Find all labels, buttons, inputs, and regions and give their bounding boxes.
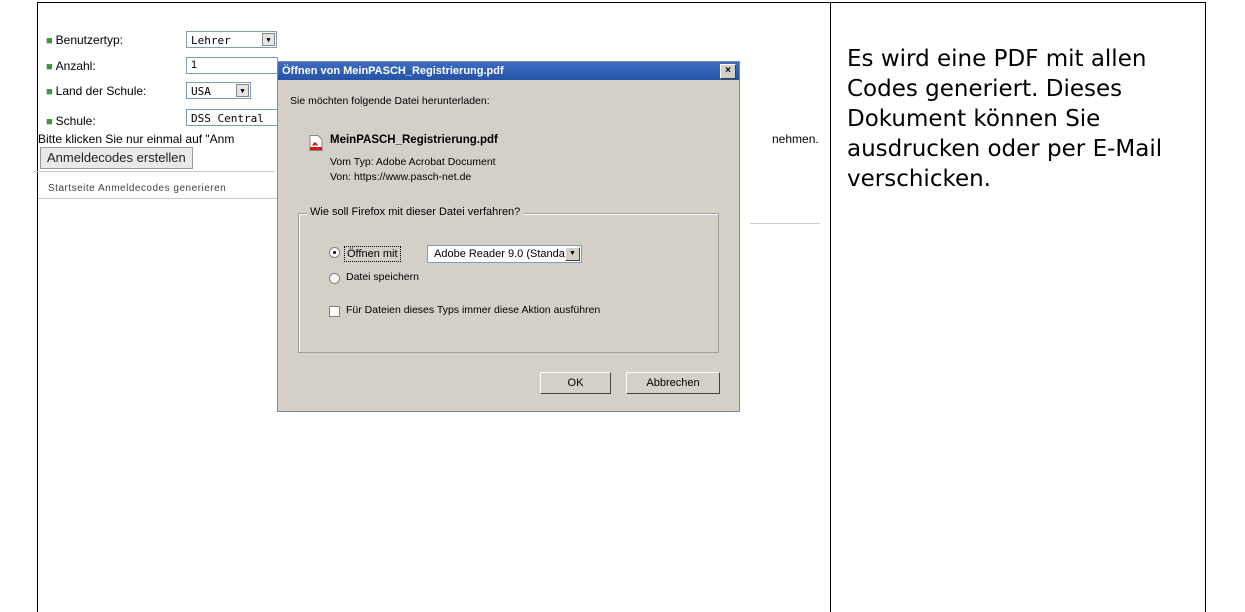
breadcrumb[interactable]: Startseite Anmeldecodes generieren	[48, 183, 226, 194]
country-value: USA	[191, 85, 211, 98]
dialog-title: Öffnen von MeinPASCH_Registrierung.pdf	[278, 62, 739, 80]
save-file-radio[interactable]	[329, 273, 340, 284]
dialog-intro: Sie möchten folgende Datei herunterladen…	[290, 95, 490, 107]
close-icon[interactable]: ×	[720, 64, 736, 79]
generate-codes-button[interactable]: Anmeldecodes erstellen	[40, 147, 193, 169]
bullet-icon: ■	[46, 86, 53, 98]
school-label: Schule:	[55, 114, 96, 128]
divider	[34, 171, 274, 172]
count-input[interactable]: 1	[186, 57, 278, 74]
bullet-icon: ■	[46, 61, 53, 73]
school-select[interactable]: DSS Central	[186, 109, 278, 126]
always-do-label[interactable]: Für Dateien dieses Typs immer diese Akti…	[346, 304, 600, 316]
country-select[interactable]: USA ▼	[186, 82, 251, 99]
divider	[750, 223, 820, 224]
count-label: Anzahl:	[55, 59, 96, 73]
user-type-value: Lehrer	[191, 34, 231, 47]
user-type-label: Benutzertyp:	[55, 33, 124, 47]
school-row: ■ Schule:	[46, 111, 96, 131]
action-group: Wie soll Firefox mit dieser Datei verfah…	[298, 206, 719, 353]
open-with-label[interactable]: Öffnen mit	[344, 246, 401, 262]
user-type-select[interactable]: Lehrer ▼	[186, 31, 277, 48]
always-do-checkbox[interactable]	[329, 306, 340, 317]
ok-button[interactable]: OK	[540, 372, 611, 394]
country-row: ■ Land der Schule:	[46, 81, 146, 101]
hint-text-right: nehmen.	[772, 132, 819, 146]
count-row: ■ Anzahl:	[46, 56, 96, 76]
user-type-row: ■ Benutzertyp:	[46, 30, 123, 50]
divider	[38, 198, 278, 199]
column-divider	[830, 2, 831, 612]
description-text: Es wird eine PDF mit allen Codes generie…	[847, 46, 1163, 192]
country-label: Land der Schule:	[55, 84, 147, 98]
chevron-down-icon: ▼	[565, 247, 580, 261]
download-dialog: Öffnen von MeinPASCH_Registrierung.pdf ×…	[277, 61, 740, 412]
action-group-legend: Wie soll Firefox mit dieser Datei verfah…	[307, 206, 524, 218]
bullet-icon: ■	[46, 35, 53, 47]
school-value: DSS Central	[191, 112, 264, 125]
cancel-button[interactable]: Abbrechen	[626, 372, 720, 394]
file-source: Von: https://www.pasch-net.de	[330, 171, 472, 183]
chevron-down-icon: ▼	[262, 33, 275, 46]
pdf-file-icon	[309, 135, 323, 151]
open-with-radio[interactable]	[329, 247, 340, 258]
open-with-app-select[interactable]: Adobe Reader 9.0 (Standard) ▼	[427, 245, 582, 263]
file-type: Vom Typ: Adobe Acrobat Document	[330, 156, 496, 168]
hint-text-left: Bitte klicken Sie nur einmal auf "Anm	[38, 132, 235, 146]
bullet-icon: ■	[46, 116, 53, 128]
open-with-app-value: Adobe Reader 9.0 (Standard)	[434, 248, 579, 260]
save-file-label[interactable]: Datei speichern	[346, 271, 419, 283]
chevron-down-icon: ▼	[236, 84, 249, 97]
file-name: MeinPASCH_Registrierung.pdf	[330, 134, 498, 146]
